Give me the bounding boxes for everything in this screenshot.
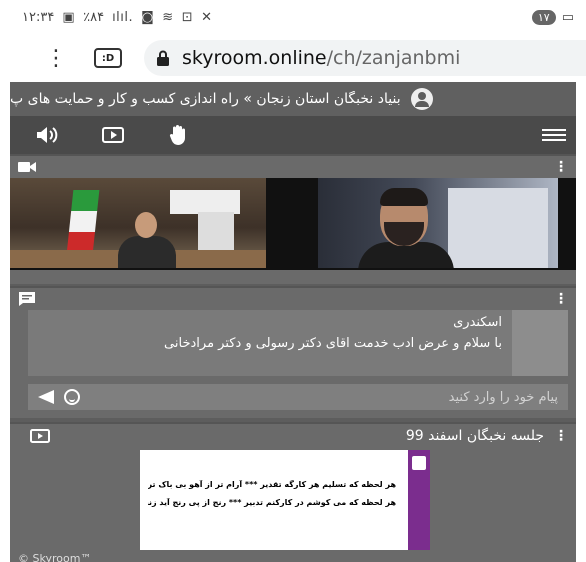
flag-image bbox=[66, 190, 100, 254]
guest-background bbox=[448, 188, 548, 268]
signal-icon: ılıl. bbox=[112, 9, 134, 25]
slide-logo-strip bbox=[408, 450, 430, 550]
browser-url-bar: ⋮ :D skyroom.online/ch/zanjanbmi bbox=[0, 34, 586, 82]
guest-person bbox=[358, 186, 454, 268]
video-panel: ⋮ bbox=[10, 154, 576, 284]
video-stream-guest[interactable] bbox=[318, 178, 558, 268]
chat-input[interactable] bbox=[80, 385, 558, 409]
hand-icon[interactable] bbox=[166, 122, 192, 148]
image-icon: ▭ bbox=[561, 9, 574, 25]
organization-logo bbox=[412, 456, 426, 470]
room-toolbar bbox=[10, 116, 576, 154]
document-slide[interactable]: هر لحظه که تسلیم هر کارگه تقدیر *** آرام… bbox=[140, 450, 430, 550]
poem-line-1: هر لحظه که تسلیم هر کارگه تقدیر *** آرام… bbox=[148, 480, 396, 489]
presentation-icon bbox=[30, 429, 50, 443]
battery-level: ٪۸۴ bbox=[83, 9, 105, 25]
camera-icon bbox=[18, 161, 36, 173]
notification-count: ۱۷ bbox=[531, 9, 556, 25]
chat-message: اسکندری با سلام و عرض ادب خدمت اقای دکتر… bbox=[28, 310, 568, 376]
footer-copyright: © Skyroom™ bbox=[18, 552, 92, 562]
url-domain: skyroom.online bbox=[182, 47, 327, 69]
wall-banner bbox=[170, 190, 240, 214]
video-panel-header: ⋮ bbox=[10, 156, 576, 178]
lock-icon bbox=[156, 50, 170, 66]
speaker-person bbox=[118, 212, 176, 268]
media-icon: ◙ bbox=[141, 9, 155, 25]
send-icon[interactable] bbox=[38, 390, 54, 404]
gallery-icon: ▣ bbox=[62, 9, 76, 25]
url-path: /ch/zanjanbmi bbox=[326, 47, 461, 69]
emoji-icon[interactable] bbox=[64, 389, 80, 405]
chat-sender: اسکندری bbox=[453, 315, 502, 330]
chat-icon bbox=[18, 291, 36, 307]
clock: ۱۲:۳۴ bbox=[22, 9, 55, 25]
wifi-icon: ≋ bbox=[162, 9, 174, 25]
video-stream-host[interactable] bbox=[10, 178, 266, 268]
address-field[interactable]: skyroom.online/ch/zanjanbmi bbox=[144, 40, 586, 76]
status-right: ۱۷ ▭ bbox=[531, 9, 574, 25]
user-avatar-icon[interactable] bbox=[410, 88, 433, 110]
no-sound-icon: ✕ bbox=[201, 9, 213, 25]
skyroom-app: بنیاد نخبگان استان زنجان » راه اندازی کس… bbox=[10, 82, 576, 562]
browser-menu-icon[interactable]: ⋮ bbox=[44, 46, 68, 71]
panel-options-icon[interactable]: ⋮ bbox=[554, 428, 568, 444]
menu-icon[interactable] bbox=[542, 126, 566, 144]
speaker-icon[interactable] bbox=[34, 122, 60, 148]
document-title: جلسه نخبگان اسفند 99 bbox=[405, 428, 544, 444]
document-panel-header: ⋮ جلسه نخبگان اسفند 99 bbox=[10, 424, 576, 448]
chat-input-bar bbox=[28, 384, 568, 410]
chat-panel: ⋮ اسکندری با سلام و عرض ادب خدمت اقای دک… bbox=[10, 286, 576, 418]
video-streams bbox=[10, 178, 576, 270]
cast-icon: ⊡ bbox=[181, 9, 194, 25]
status-bar: ۱۲:۳۴ ▣ ٪۸۴ ılıl. ◙ ≋ ⊡ ✕ ۱۷ ▭ bbox=[0, 0, 586, 34]
poem-line-2: هر لحظه که می کوشم در کارکنم تدبیر *** ر… bbox=[148, 498, 396, 507]
panel-options-icon[interactable]: ⋮ bbox=[554, 159, 568, 175]
chat-panel-header: ⋮ bbox=[10, 288, 576, 310]
chat-text: با سلام و عرض ادب خدمت اقای دکتر رسولی و… bbox=[164, 336, 502, 351]
tabs-button[interactable]: :D bbox=[94, 48, 122, 68]
panel-options-icon[interactable]: ⋮ bbox=[554, 291, 568, 307]
document-panel: ⋮ جلسه نخبگان اسفند 99 هر لحظه که تسلیم … bbox=[10, 422, 576, 562]
status-left: ۱۲:۳۴ ▣ ٪۸۴ ılıl. ◙ ≋ ⊡ ✕ bbox=[22, 10, 213, 25]
room-title-bar: بنیاد نخبگان استان زنجان » راه اندازی کس… bbox=[10, 82, 576, 116]
play-icon[interactable] bbox=[100, 122, 126, 148]
room-title: بنیاد نخبگان استان زنجان » راه اندازی کس… bbox=[10, 91, 401, 107]
